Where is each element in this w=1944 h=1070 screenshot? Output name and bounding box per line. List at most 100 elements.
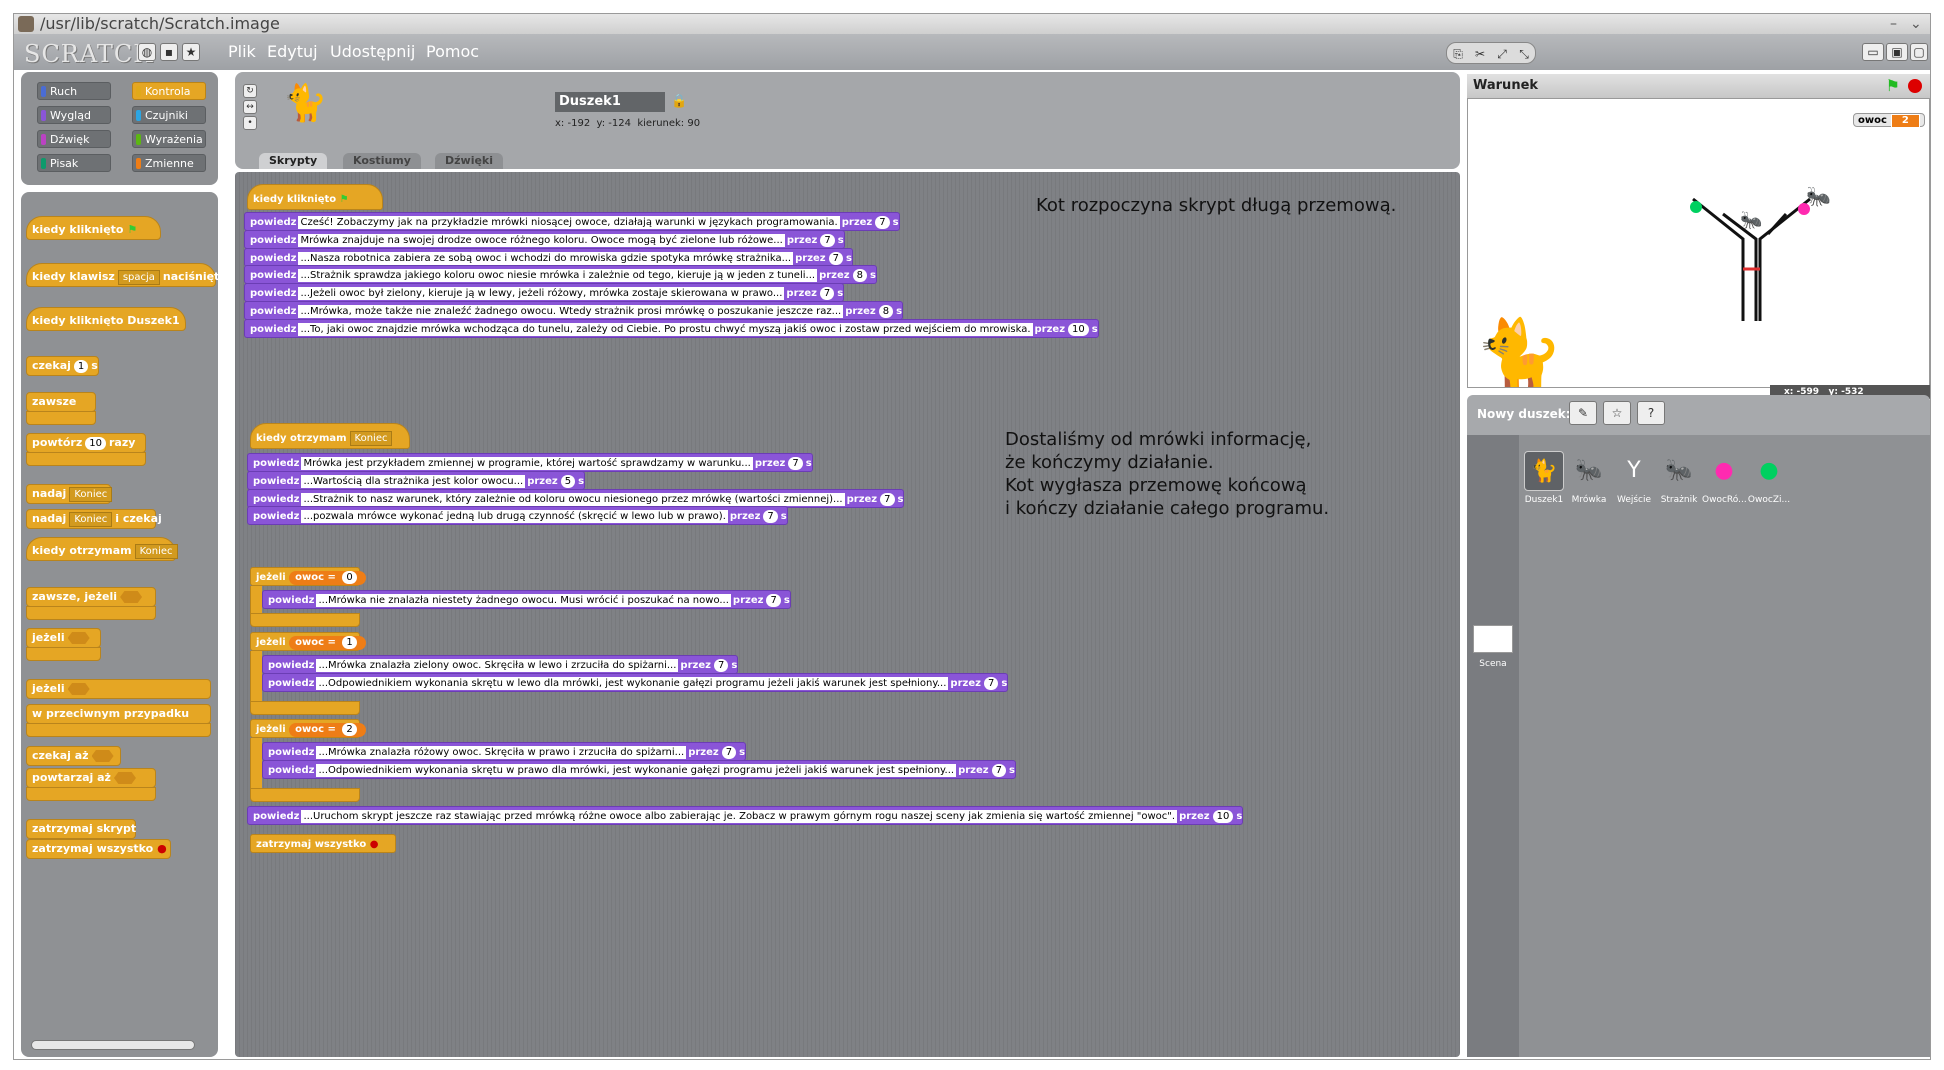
tab-sounds[interactable]: Dźwięki (435, 153, 504, 169)
say-block[interactable]: powiedz ...Odpowiednikiem wykonania skręt… (262, 673, 1009, 692)
category-motion[interactable]: Ruch (37, 82, 111, 100)
say-text-field[interactable]: Cześć! Zobaczymy jak na przykładzie mrów… (298, 216, 840, 229)
script1-when-flag-hat[interactable]: kiedy kliknięto ⚑ (247, 184, 383, 210)
presentation-mode-icon[interactable]: ▢ (1910, 43, 1928, 61)
say-duration-field[interactable]: 7 (983, 677, 999, 690)
stage-thumbnail[interactable]: Scena (1473, 625, 1513, 669)
palette-when-key-block[interactable]: kiedy klawisz spacja naciśnięty (26, 263, 227, 287)
say-text-field[interactable]: ...Strażnik sprawdza jakiego koloru owoc… (298, 269, 818, 283)
category-control[interactable]: Kontrola (132, 82, 206, 100)
tab-costumes[interactable]: Kostiumy (343, 153, 421, 169)
category-sound[interactable]: Dźwięk (37, 130, 111, 148)
say-block[interactable]: powiedz ...Mrówka znalazła zielony owoc. … (262, 655, 739, 674)
choose-sprite-icon[interactable]: ☆ (1603, 401, 1631, 425)
say-block[interactable]: powiedz Mrówka znajduje na swojej drodze … (244, 229, 845, 249)
if-owoc-0-block[interactable]: jeżeli owoc = 0 (250, 567, 366, 586)
palette-if-block[interactable]: jeżeli (26, 628, 101, 648)
say-duration-field[interactable]: 7 (828, 251, 843, 265)
say-duration-field[interactable]: 7 (766, 594, 781, 607)
sprite-tile-owoc-zielony[interactable]: ● OwocZi... (1747, 451, 1791, 505)
menu-edit[interactable]: Edytuj (267, 42, 318, 61)
palette-forever-block[interactable]: zawsze (26, 392, 96, 412)
say-block[interactable]: powiedz ...Mrówka nie znalazła niestety ż… (262, 590, 791, 609)
minimize-button[interactable]: – (1890, 14, 1897, 34)
stop-all-block[interactable]: zatrzymaj wszystko ● (250, 834, 396, 853)
palette-broadcast-wait-block[interactable]: nadaj Koniec i czekaj (26, 509, 162, 529)
palette-stop-all-block[interactable]: zatrzymaj wszystko ● (26, 839, 171, 859)
palette-wait-until-block[interactable]: czekaj aż (26, 746, 121, 766)
say-text-field[interactable]: ...Mrówka nie znalazła niestety żadnego … (316, 594, 731, 607)
sprite-tile-wejscie[interactable]: Y Wejście (1612, 451, 1656, 505)
category-operators[interactable]: Wyrażenia (132, 130, 206, 148)
say-block[interactable]: powiedz ...Jeżeli owoc był zielony, kieru… (244, 283, 845, 303)
say-block[interactable]: powiedz Mrówka jest przykładem zmiennej w… (247, 453, 813, 472)
scripts-area[interactable]: kiedy kliknięto ⚑ powiedz Cześć! Zobaczym… (235, 172, 1460, 1057)
say-text-field[interactable]: ...Wartością dla strażnika jest kolor ow… (301, 474, 526, 488)
palette-broadcast-block[interactable]: nadaj Koniec (26, 484, 113, 504)
script2-when-receive-hat[interactable]: kiedy otrzymam Koniec (250, 423, 410, 449)
category-variables[interactable]: Zmienne (132, 154, 206, 172)
say-block[interactable]: powiedz ...Wartością dla strażnika jest k… (247, 470, 586, 490)
say-duration-field[interactable]: 7 (721, 746, 737, 759)
say-text-field[interactable]: Mrówka jest przykładem zmiennej w progra… (301, 457, 753, 470)
say-text-field[interactable]: ...Nasza robotnica zabiera ze sobą owoc … (298, 251, 794, 265)
say-duration-field[interactable]: 7 (991, 764, 1006, 777)
palette-scrollbar[interactable] (31, 1040, 195, 1050)
say-block[interactable]: powiedz ...Mrówka, może także nie znaleźć… (244, 301, 904, 320)
say-block[interactable]: powiedz ...Nasza robotnica zabiera ze sob… (244, 247, 853, 267)
maximize-button[interactable]: ⌄ (1910, 14, 1922, 34)
rotate-none-icon[interactable]: • (243, 116, 257, 130)
menu-help[interactable]: Pomoc (426, 42, 479, 61)
say-duration-field[interactable]: 10 (1212, 810, 1234, 823)
share-icon[interactable]: ★ (182, 43, 200, 61)
cut-tool-icon[interactable]: ✂ (1469, 44, 1491, 64)
say-duration-field[interactable]: 7 (819, 287, 835, 301)
category-sensing[interactable]: Czujniki (132, 106, 206, 124)
say-duration-field[interactable]: 8 (852, 269, 867, 283)
category-looks[interactable]: Wygląd (37, 106, 111, 124)
rotate-free-icon[interactable]: ↻ (243, 84, 257, 98)
palette-wait-block[interactable]: czekaj 1 s (26, 356, 99, 376)
small-stage-icon[interactable]: ▭ (1862, 43, 1884, 61)
stop-button[interactable] (1908, 79, 1922, 93)
palette-when-receive-block[interactable]: kiedy otrzymam Koniec (26, 537, 178, 561)
say-duration-field[interactable]: 5 (560, 474, 576, 488)
palette-stop-script-block[interactable]: zatrzymaj skrypt (26, 819, 136, 839)
shrink-tool-icon[interactable]: ⤡ (1513, 44, 1535, 64)
sprite-tile-duszek1[interactable]: 🐈 Duszek1 (1522, 451, 1566, 505)
say-duration-field[interactable]: 7 (875, 216, 890, 229)
duplicate-tool-icon[interactable]: ⎘ (1447, 44, 1469, 64)
rotate-flip-icon[interactable]: ↔ (243, 100, 257, 114)
say-block[interactable]: powiedz ...Odpowiednikiem wykonania skręt… (262, 760, 1016, 779)
say-block[interactable]: powiedz Cześć! Zobaczymy jak na przykładz… (244, 212, 900, 231)
palette-repeat-block[interactable]: powtórz 10 razy (26, 433, 146, 453)
say-block[interactable]: powiedz ...Mrówka znalazła różowy owoc. S… (262, 742, 747, 761)
random-sprite-icon[interactable]: ? (1637, 401, 1665, 425)
language-globe-icon[interactable]: ◍ (138, 43, 156, 61)
say-duration-field[interactable]: 7 (788, 457, 803, 470)
say-text-field[interactable]: ...Mrówka, może także nie znaleźć żadneg… (298, 305, 844, 318)
if-owoc-1-block[interactable]: jeżeli owoc = 1 (250, 632, 366, 651)
say-block[interactable]: powiedz ...Strażnik to nasz warunek, któr… (247, 488, 905, 508)
menu-share[interactable]: Udostępnij (330, 42, 415, 61)
say-text-field[interactable]: Mrówka znajduje na swojej drodze owoce r… (298, 233, 785, 247)
say-text-field[interactable]: ...To, jaki owoc znajdzie mrówka wchodzą… (298, 322, 1033, 336)
stage[interactable]: owoc 2 🐜 🐜 🐈 (1467, 98, 1930, 388)
menu-file[interactable]: Plik (228, 42, 256, 61)
save-icon[interactable]: ▪ (160, 43, 178, 61)
grow-tool-icon[interactable]: ⤢ (1491, 44, 1513, 64)
say-text-field[interactable]: ...Strażnik to nasz warunek, który zależ… (301, 492, 845, 506)
say-text-field[interactable]: ...Jeżeli owoc był zielony, kieruje ją w… (298, 287, 785, 301)
say-duration-field[interactable]: 8 (878, 305, 894, 318)
say-block[interactable]: powiedz ...pozwala mrówce wykonać jedną l… (247, 506, 788, 526)
palette-repeat-until-block[interactable]: powtarzaj aż (26, 768, 156, 788)
say-text-field[interactable]: ...Mrówka znalazła różowy owoc. Skręciła… (316, 746, 687, 759)
say-text-field[interactable]: ...Odpowiednikiem wykonania skrętu w pra… (316, 764, 957, 777)
say-block[interactable]: powiedz ...Strażnik sprawdza jakiego kolo… (244, 265, 877, 285)
lock-icon[interactable]: 🔒 (671, 94, 687, 109)
say-duration-field[interactable]: 7 (880, 492, 895, 506)
sprite-tile-owoc-rozowy[interactable]: ● OwocRó... (1702, 451, 1747, 505)
say-text-field[interactable]: ...pozwala mrówce wykonać jedną lub drug… (301, 510, 728, 524)
normal-stage-icon[interactable]: ▣ (1886, 43, 1908, 61)
say-duration-field[interactable]: 7 (763, 510, 778, 524)
